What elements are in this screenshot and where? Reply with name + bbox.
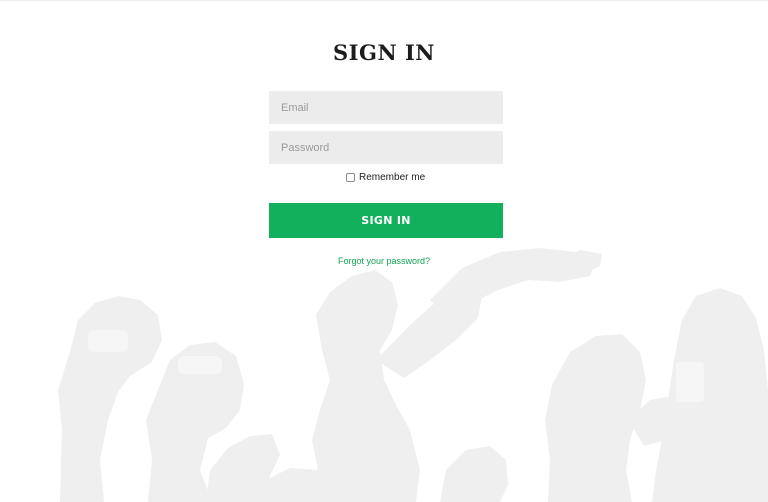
remember-me-checkbox[interactable]: [346, 172, 355, 182]
remember-me-row[interactable]: Remember me: [346, 170, 425, 184]
sign-in-button[interactable]: SIGN IN: [269, 203, 503, 238]
email-input[interactable]: [269, 91, 503, 124]
background-players-illustration: [58, 248, 768, 502]
remember-me-label: Remember me: [359, 171, 426, 183]
password-input[interactable]: [269, 131, 503, 164]
forgot-password-link[interactable]: Forgot your password?: [0, 256, 768, 266]
page-title: SIGN IN: [333, 40, 435, 65]
sign-in-page: SIGN IN Remember me SIGN IN Forgot your …: [0, 0, 768, 502]
